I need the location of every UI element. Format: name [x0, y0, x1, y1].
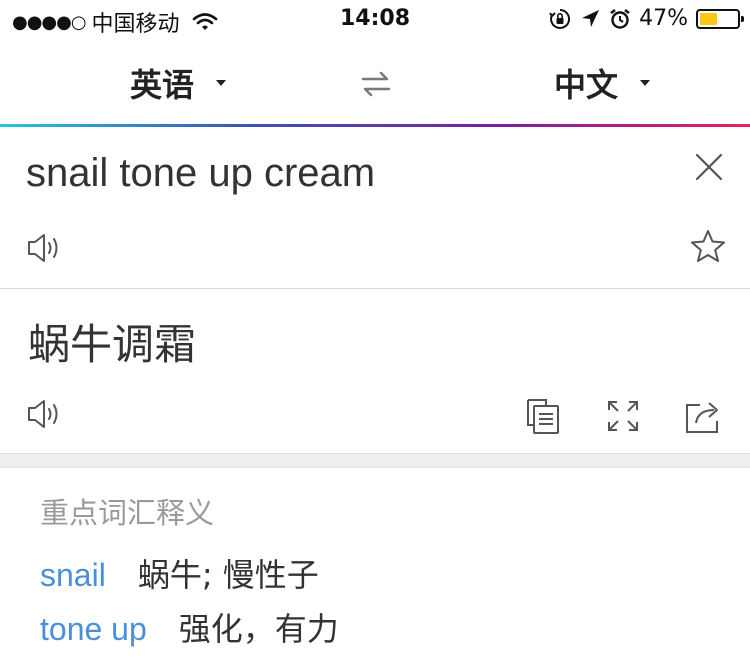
- battery-percent: 47%: [639, 6, 688, 31]
- target-language-selector[interactable]: 中文: [554, 60, 651, 106]
- status-right: 47%: [549, 6, 744, 31]
- section-separator: [0, 453, 750, 468]
- vocabulary-definition: 强化，有力: [178, 610, 339, 648]
- caret-down-icon: [216, 80, 227, 86]
- key-vocabulary-section: 重点词汇释义 snail 蜗牛; 慢性子 tone up 强化，有力: [0, 468, 750, 660]
- orientation-lock-icon: [549, 8, 571, 30]
- battery-icon: [696, 8, 744, 29]
- vocabulary-word-link[interactable]: tone up: [40, 611, 147, 648]
- alarm-icon: [609, 8, 631, 30]
- close-icon[interactable]: [694, 152, 724, 182]
- source-language-selector[interactable]: 英语: [130, 60, 227, 106]
- translation-text: 蜗牛调霜: [28, 320, 197, 369]
- star-icon[interactable]: [690, 229, 726, 263]
- source-input-area[interactable]: snail tone up cream: [0, 127, 750, 288]
- swap-arrows-icon[interactable]: [360, 70, 392, 98]
- vocabulary-title: 重点词汇释义: [40, 496, 215, 530]
- target-language-label: 中文: [554, 66, 619, 104]
- status-bar: ●●●●○ 中国移动 14:08 47%: [0, 0, 750, 40]
- battery-fill: [700, 12, 717, 25]
- translation-result-area: 蜗牛调霜: [0, 289, 750, 453]
- language-bar: 英语 中文: [0, 40, 750, 126]
- copy-icon[interactable]: [524, 397, 562, 435]
- caret-down-icon: [640, 80, 651, 86]
- vocabulary-item: snail 蜗牛; 慢性子: [40, 550, 319, 596]
- share-icon[interactable]: [684, 397, 724, 435]
- battery-nub: [741, 15, 744, 22]
- source-text[interactable]: snail tone up cream: [26, 151, 375, 196]
- speaker-icon[interactable]: [26, 231, 66, 265]
- speaker-icon[interactable]: [26, 397, 66, 431]
- location-arrow-icon: [579, 8, 601, 30]
- vocabulary-item: tone up 强化，有力: [40, 604, 339, 650]
- fullscreen-icon[interactable]: [606, 399, 640, 433]
- source-language-label: 英语: [130, 66, 195, 104]
- vocabulary-word-link[interactable]: snail: [40, 557, 106, 594]
- vocabulary-definition: 蜗牛; 慢性子: [137, 556, 319, 594]
